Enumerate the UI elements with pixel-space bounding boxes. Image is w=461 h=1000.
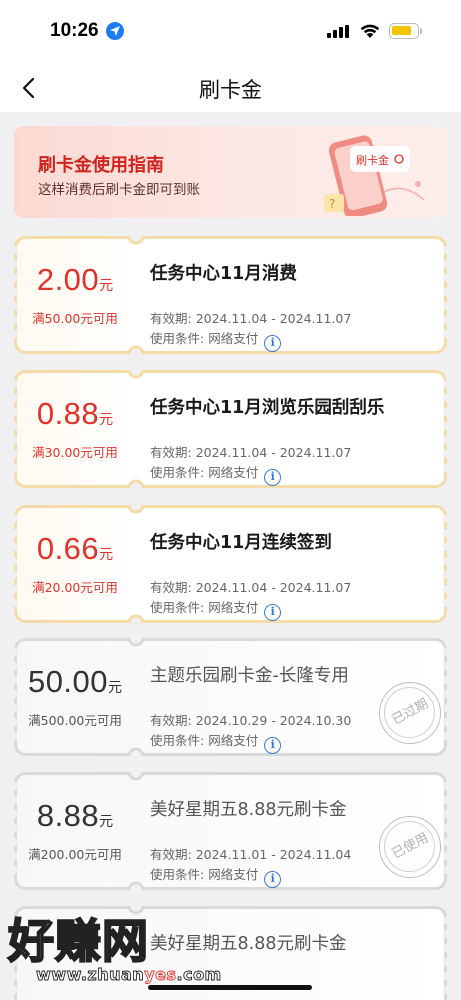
coupon-validity: 有效期: 2024.11.04 - 2024.11.07 <box>150 311 352 326</box>
coupon-validity: 有效期: 2024.11.04 - 2024.11.07 <box>150 580 352 595</box>
guide-title: 刷卡金使用指南 <box>38 155 164 176</box>
status-bar: 10:26 <box>0 0 461 62</box>
info-icon[interactable]: i <box>264 335 282 352</box>
coupon-amount: 0.66元 <box>36 531 114 566</box>
coupon-validity: 有效期: 2024.10.29 - 2024.10.30 <box>150 713 352 728</box>
coupon-min-spend: 满50.00元可用 <box>32 311 118 326</box>
coupon-min-spend: 满200.00元可用 <box>28 847 122 862</box>
navigation-bar: 刷卡金 <box>0 62 461 112</box>
wifi-icon <box>360 24 380 38</box>
coupon-title: 任务中心11月消费 <box>150 264 297 284</box>
coupon-card[interactable]: 50.00元 满500.00元可用 主题乐园刷卡金-长隆专用 有效期: 2024… <box>14 638 447 756</box>
coupon-title: 美好星期五8.88元刷卡金 <box>150 800 347 820</box>
coupon-min-spend: 满20.00元可用 <box>32 580 118 595</box>
info-icon[interactable]: i <box>264 469 282 486</box>
coupon-condition: 使用条件: 网络支付 i <box>150 864 282 888</box>
coupon-condition: 使用条件: 网络支付 i <box>150 328 282 352</box>
coupon-condition: 使用条件: 网络支付 i <box>150 597 282 621</box>
coupon-min-spend: 满30.00元可用 <box>32 445 118 460</box>
info-icon[interactable]: i <box>264 604 282 621</box>
coupon-title: 主题乐园刷卡金-长隆专用 <box>150 666 349 686</box>
watermark-logo-text: 好赚网 <box>7 913 149 969</box>
coupon-amount: 50.00元 <box>27 664 123 699</box>
coupon-status-stamp: 已过期 <box>379 682 441 744</box>
info-icon[interactable]: i <box>264 737 282 754</box>
coupon-card[interactable]: 8.88元 满200.00元可用 美好星期五8.88元刷卡金 有效期: 2024… <box>14 772 447 890</box>
cellular-signal-icon <box>327 25 349 38</box>
coupon-condition: 使用条件: 网络支付 i <box>150 730 282 754</box>
coupon-title: 任务中心11月浏览乐园刮刮乐 <box>150 398 385 418</box>
coupon-condition: 使用条件: 网络支付 i <box>150 462 282 486</box>
usage-guide-banner[interactable]: 刷卡金使用指南 这样消费后刷卡金即可到账 刷卡金 ? <box>14 126 447 218</box>
coupon-card[interactable]: 2.00元 满50.00元可用 任务中心11月消费 有效期: 2024.11.0… <box>14 236 447 354</box>
coupon-title: 任务中心11月连续签到 <box>150 533 332 553</box>
page-title: 刷卡金 <box>199 78 262 102</box>
svg-text:?: ? <box>329 197 335 211</box>
home-indicator <box>148 985 312 990</box>
coupon-card[interactable]: 0.88元 满30.00元可用 任务中心11月浏览乐园刮刮乐 有效期: 2024… <box>14 370 447 488</box>
coupon-amount: 0.88元 <box>36 396 114 431</box>
coupon-amount: 2.00元 <box>36 262 114 297</box>
coupon-status-stamp: 已使用 <box>379 816 441 878</box>
guide-subtitle: 这样消费后刷卡金即可到账 <box>38 182 200 198</box>
battery-icon <box>389 23 419 39</box>
coupon-validity: 有效期: 2024.11.04 - 2024.11.07 <box>150 445 352 460</box>
coupon-min-spend: 满500.00元可用 <box>28 713 122 728</box>
coupon-validity: 有效期: 2024.11.01 - 2024.11.04 <box>150 847 352 862</box>
watermark-url: www.zhuanyes.com <box>36 965 222 985</box>
coupon-card[interactable]: 0.66元 满20.00元可用 任务中心11月连续签到 有效期: 2024.11… <box>14 505 447 623</box>
status-time: 10:26 <box>50 20 99 41</box>
location-arrow-icon <box>106 22 124 40</box>
phone-card-illustration: 刷卡金 ? <box>324 135 425 216</box>
svg-text:刷卡金: 刷卡金 <box>356 153 389 167</box>
coupon-amount: 8.88元 <box>36 798 114 833</box>
info-icon[interactable]: i <box>264 871 282 888</box>
